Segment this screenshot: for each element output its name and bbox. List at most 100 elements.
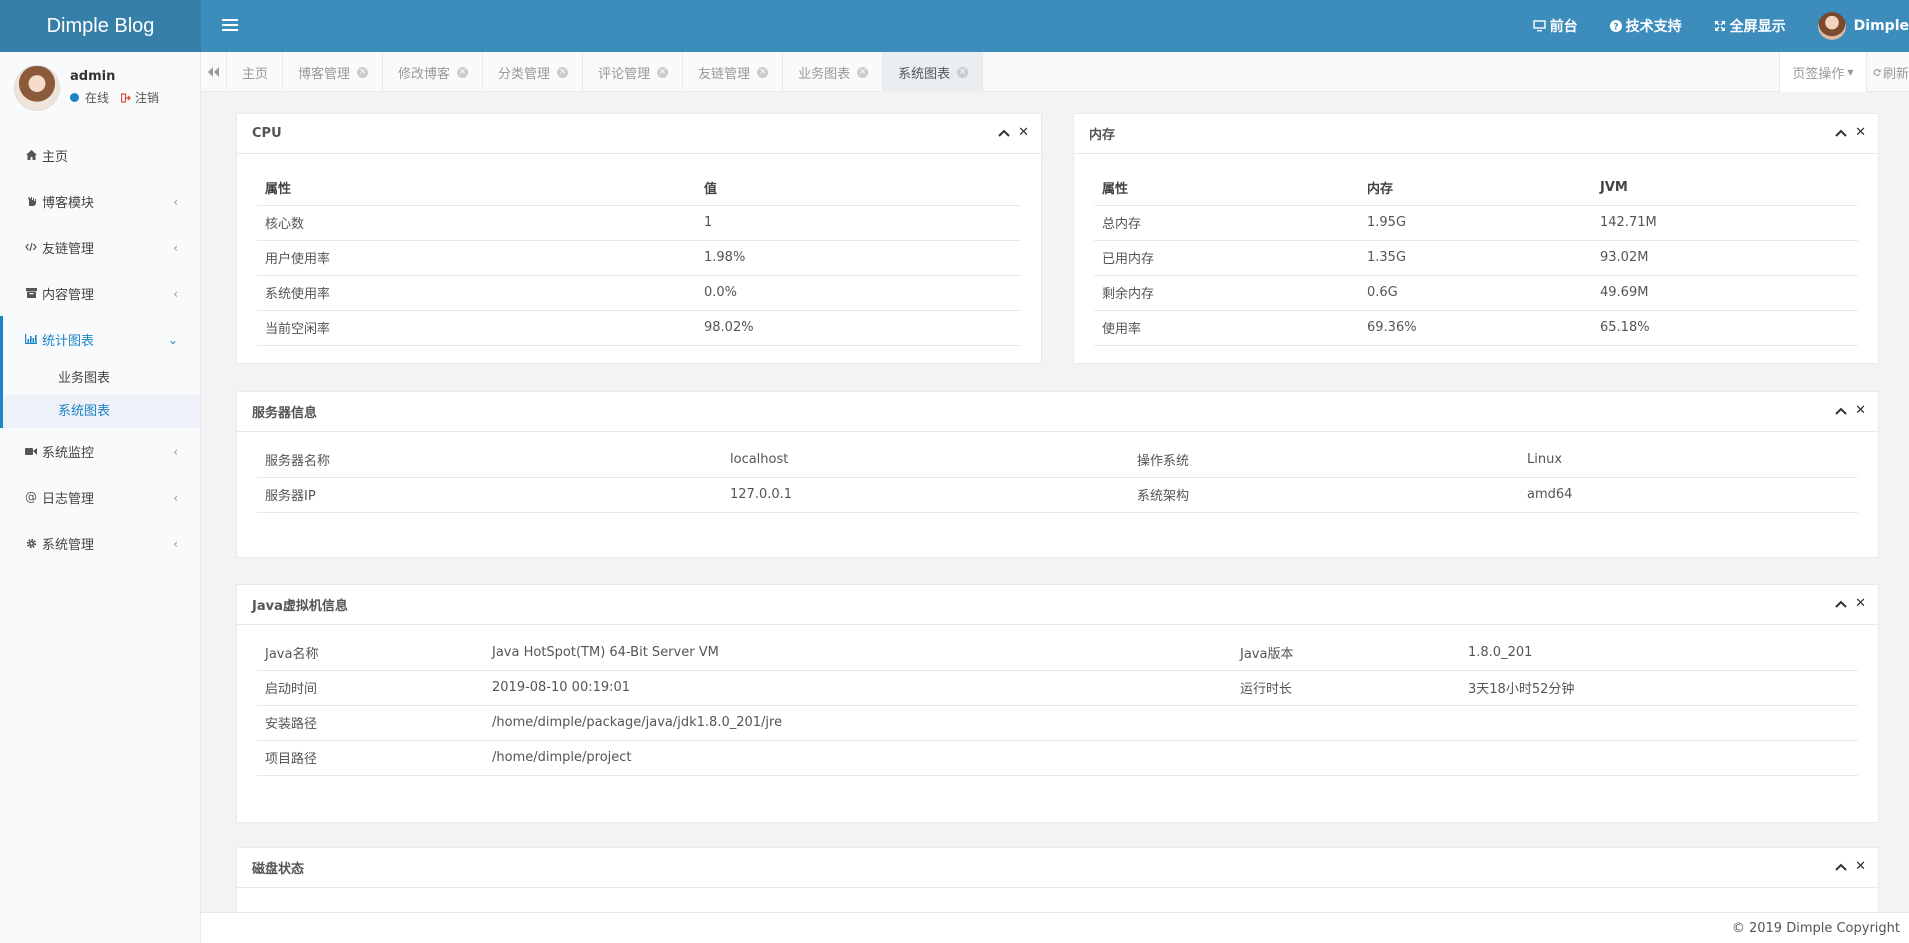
close-icon[interactable]: ✕ xyxy=(1855,597,1866,610)
panel-header: 磁盘状态 ✕ xyxy=(237,848,1878,888)
tab-operations-label: 页签操作 xyxy=(1792,66,1845,82)
home-icon xyxy=(25,149,37,161)
support-link[interactable]: ? 技术支持 xyxy=(1609,16,1682,36)
user-status: 在线 注销 xyxy=(70,89,159,106)
sidebar-item-home[interactable]: 主页 xyxy=(0,132,200,178)
table-cell: localhost xyxy=(722,442,1129,478)
tab-category-management[interactable]: 分类管理 × xyxy=(483,52,584,92)
panel-header: Java虚拟机信息 ✕ xyxy=(237,585,1878,625)
panel-title: CPU xyxy=(252,126,282,141)
memory-panel: 内存 ✕ 属性 内存 JVM 总内存 1.95G 142.71M 已用内存 1.35G… xyxy=(1073,113,1879,364)
table-cell: 3天18小时52分钟 xyxy=(1460,670,1858,706)
close-icon[interactable]: × xyxy=(357,66,369,78)
chevron-left-icon: ‹ xyxy=(173,537,178,551)
chevron-left-icon: ‹ xyxy=(173,287,178,301)
close-icon[interactable]: × xyxy=(957,66,969,78)
chevron-left-icon: ‹ xyxy=(173,491,178,505)
close-icon[interactable]: ✕ xyxy=(1855,126,1866,139)
collapse-icon[interactable] xyxy=(1835,863,1847,871)
frontend-link[interactable]: 前台 xyxy=(1532,16,1578,36)
table-cell: 启动时间 xyxy=(257,670,484,706)
refresh-icon xyxy=(1873,68,1881,76)
chevron-left-icon: ‹ xyxy=(173,241,178,255)
sidebar-subitem-system-chart[interactable]: 系统图表 xyxy=(0,395,200,428)
table-row: 服务器IP 127.0.0.1 系统架构 amd64 xyxy=(257,477,1858,513)
close-icon[interactable]: × xyxy=(457,66,469,78)
sidebar-toggle-icon[interactable] xyxy=(222,16,238,36)
sidebar-item-blog[interactable]: 博客模块 ‹ xyxy=(0,178,200,224)
table-cell: 系统架构 xyxy=(1129,477,1519,513)
collapse-icon[interactable] xyxy=(1835,407,1847,415)
table-cell: 核心数 xyxy=(257,205,696,241)
tab-system-chart[interactable]: 系统图表 × xyxy=(883,52,984,92)
top-nav-links: 前台 ? 技术支持 全屏显示 Dimple xyxy=(1501,0,1909,52)
user-menu[interactable]: Dimple xyxy=(1817,12,1909,40)
table-cell: Linux xyxy=(1519,442,1858,478)
sidebar-item-label: 主页 xyxy=(42,149,69,165)
sidebar-item-content[interactable]: 内容管理 ‹ xyxy=(0,270,200,316)
memory-table: 属性 内存 JVM 总内存 1.95G 142.71M 已用内存 1.35G 93.02… xyxy=(1094,170,1858,346)
close-icon[interactable]: × xyxy=(657,66,669,78)
column-header: 内存 xyxy=(1359,170,1592,206)
collapse-icon[interactable] xyxy=(1835,600,1847,608)
table-row: 使用率 69.36% 65.18% xyxy=(1094,310,1858,346)
close-icon[interactable]: × xyxy=(557,66,569,78)
close-icon[interactable]: ✕ xyxy=(1855,404,1866,417)
panel-title: Java虚拟机信息 xyxy=(252,599,348,614)
sidebar-item-monitor[interactable]: 系统监控 ‹ xyxy=(0,428,200,474)
table-cell xyxy=(1460,705,1858,741)
tab-label: 修改博客 xyxy=(398,66,451,82)
tab-operations-dropdown[interactable]: 页签操作 ▼ xyxy=(1779,52,1867,92)
gear-icon xyxy=(25,537,37,549)
tab-home[interactable]: 主页 xyxy=(227,52,284,92)
server-info-table: 服务器名称 localhost 操作系统 Linux 服务器IP 127.0.0.1 系统… xyxy=(257,442,1858,513)
sidebar-menu: 主页 博客模块 ‹ 友链管理 ‹ 内容管理 ‹ 统计图表 ⌄ 业务图表 系统图表… xyxy=(0,132,200,566)
cpu-table: 属性 值 核心数 1 用户使用率 1.98% 系统使用率 0.0% 当前空闲率 98.0… xyxy=(257,170,1021,346)
footer: © 2019 Dimple Copyright xyxy=(201,912,1909,943)
support-label: 技术支持 xyxy=(1625,19,1682,35)
collapse-icon[interactable] xyxy=(998,129,1010,137)
sidebar-item-logs[interactable]: @ 日志管理 ‹ xyxy=(0,474,200,520)
collapse-icon[interactable] xyxy=(1835,129,1847,137)
table-cell: 1.95G xyxy=(1359,205,1592,241)
tab-comment-management[interactable]: 评论管理 × xyxy=(583,52,684,92)
sidebar-item-label: 系统监控 xyxy=(42,445,95,461)
sidebar-item-system[interactable]: 系统管理 ‹ xyxy=(0,520,200,566)
brand-logo[interactable]: Dimple Blog xyxy=(0,0,201,52)
column-header: 值 xyxy=(696,170,1021,206)
table-cell: 安装路径 xyxy=(257,705,484,741)
tab-link-management[interactable]: 友链管理 × xyxy=(683,52,784,92)
close-icon[interactable]: ✕ xyxy=(1855,860,1866,873)
archive-icon xyxy=(25,287,37,299)
close-icon[interactable]: × xyxy=(757,66,769,78)
hand-icon xyxy=(25,195,37,207)
at-icon: @ xyxy=(25,490,37,504)
fullscreen-link[interactable]: 全屏显示 xyxy=(1714,16,1786,36)
sidebar-subitem-business-chart[interactable]: 业务图表 xyxy=(0,362,200,395)
tab-business-chart[interactable]: 业务图表 × xyxy=(783,52,884,92)
table-row: 剩余内存 0.6G 49.69M xyxy=(1094,275,1858,311)
sidebar-item-charts[interactable]: 统计图表 ⌄ xyxy=(0,316,200,362)
page-tabs: 主页 博客管理 × 修改博客 × 分类管理 × 评论管理 × 友链管理 × 业务图表 × 系… xyxy=(227,52,984,92)
main-content: CPU ✕ 属性 值 核心数 1 用户使用率 1.98% 系统使用率 0.0% 当前空… xyxy=(201,92,1909,912)
tabs-scroll-left-icon[interactable] xyxy=(201,52,227,92)
close-icon[interactable]: ✕ xyxy=(1018,126,1029,139)
panel-title: 服务器信息 xyxy=(252,406,318,421)
panel-title: 磁盘状态 xyxy=(252,862,305,877)
table-row: 服务器名称 localhost 操作系统 Linux xyxy=(257,442,1858,478)
code-icon xyxy=(25,241,37,253)
tab-blog-management[interactable]: 博客管理 × xyxy=(283,52,384,92)
close-icon[interactable]: × xyxy=(857,66,869,78)
tab-edit-blog[interactable]: 修改博客 × xyxy=(383,52,484,92)
logout-link[interactable]: 注销 xyxy=(135,89,159,106)
tab-label: 博客管理 xyxy=(298,66,351,82)
chevron-down-icon: ⌄ xyxy=(167,333,178,347)
jvm-info-panel: Java虚拟机信息 ✕ Java名称 Java HotSpot(TM) 64-Bi… xyxy=(236,584,1879,823)
table-cell: amd64 xyxy=(1519,477,1858,513)
column-header: 属性 xyxy=(1094,170,1359,206)
refresh-button[interactable]: 刷新 xyxy=(1867,52,1909,92)
sidebar-item-links[interactable]: 友链管理 ‹ xyxy=(0,224,200,270)
sidebar-item-label: 系统管理 xyxy=(42,537,95,553)
table-cell: 操作系统 xyxy=(1129,442,1519,478)
table-cell: Java版本 xyxy=(1232,635,1460,671)
